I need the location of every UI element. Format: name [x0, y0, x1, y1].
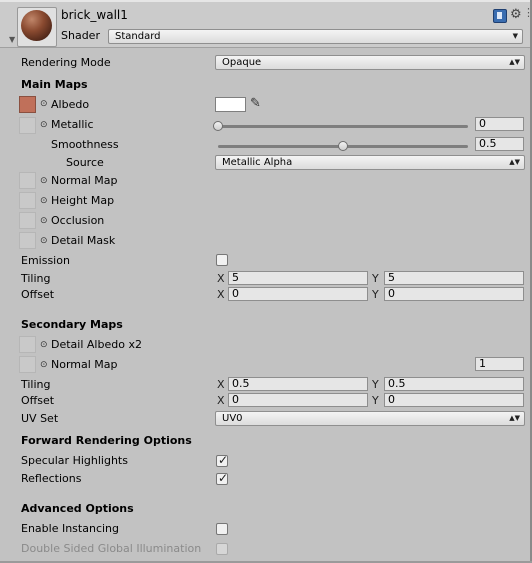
detail-albedo-texture-slot[interactable]	[19, 336, 36, 353]
height-map-picker-icon[interactable]: ⊙	[40, 196, 48, 206]
main-offset-label: Offset	[21, 288, 55, 301]
dropdown-arrow-icon: ▼	[512, 32, 518, 40]
main-tiling-y-label: Y	[372, 272, 379, 285]
normal-map-picker-icon[interactable]: ⊙	[40, 176, 48, 186]
albedo-label: Albedo	[51, 98, 90, 111]
rendering-mode-label: Rendering Mode	[21, 56, 111, 69]
main-tiling-x-field[interactable]: 5	[228, 271, 368, 285]
detail-mask-texture-slot[interactable]	[19, 232, 36, 249]
main-offset-x-field[interactable]: 0	[228, 287, 368, 301]
main-tiling-label: Tiling	[21, 272, 51, 285]
gear-icon[interactable]: ⚙	[510, 7, 522, 22]
main-offset-y-label: Y	[372, 288, 379, 301]
uv-set-value: UV0	[222, 413, 243, 424]
source-value: Metallic Alpha	[222, 157, 293, 168]
albedo-color-swatch[interactable]	[215, 97, 246, 112]
normal-map-texture-slot[interactable]	[19, 172, 36, 189]
emission-checkbox[interactable]	[216, 254, 228, 266]
double-sided-gi-checkbox	[216, 543, 228, 555]
height-map-label: Height Map	[51, 194, 115, 207]
secondary-normal-map-picker-icon[interactable]: ⊙	[40, 360, 48, 370]
shader-value: Standard	[115, 31, 161, 42]
secondary-offset-x-label: X	[217, 394, 225, 407]
occlusion-picker-icon[interactable]: ⊙	[40, 216, 48, 226]
detail-albedo-label: Detail Albedo x2	[51, 338, 142, 351]
source-dropdown[interactable]: Metallic Alpha ▲▼	[215, 155, 525, 170]
secondary-tiling-x-field[interactable]: 0.5	[228, 377, 368, 391]
smoothness-slider-thumb[interactable]	[338, 141, 348, 151]
secondary-offset-x-field[interactable]: 0	[228, 393, 368, 407]
detail-albedo-picker-icon[interactable]: ⊙	[40, 340, 48, 350]
secondary-normal-map-texture-slot[interactable]	[19, 356, 36, 373]
specular-highlights-checkbox[interactable]	[216, 453, 228, 467]
albedo-picker-icon[interactable]: ⊙	[40, 99, 48, 109]
dropdown-arrow-icon: ▲▼	[509, 414, 520, 422]
dropdown-arrow-icon: ▲▼	[509, 158, 520, 166]
uv-set-label: UV Set	[21, 412, 59, 425]
forward-rendering-heading: Forward Rendering Options	[21, 434, 192, 447]
main-tiling-y-field[interactable]: 5	[384, 271, 524, 285]
secondary-normal-map-label: Normal Map	[51, 358, 118, 371]
metallic-slider-track[interactable]	[218, 125, 468, 128]
specular-highlights-label: Specular Highlights	[21, 454, 128, 467]
metallic-picker-icon[interactable]: ⊙	[40, 120, 48, 130]
double-sided-gi-label: Double Sided Global Illumination	[21, 542, 202, 555]
occlusion-label: Occlusion	[51, 214, 105, 227]
reflections-checkbox[interactable]	[216, 471, 228, 485]
secondary-maps-heading: Secondary Maps	[21, 318, 123, 331]
help-book-icon[interactable]	[493, 9, 507, 23]
enable-instancing-checkbox[interactable]	[216, 523, 228, 535]
secondary-tiling-y-field[interactable]: 0.5	[384, 377, 524, 391]
metallic-texture-slot[interactable]	[19, 117, 36, 134]
height-map-texture-slot[interactable]	[19, 192, 36, 209]
shader-dropdown[interactable]: Standard ▼	[108, 29, 523, 44]
secondary-normal-map-scale-field[interactable]: 1	[475, 357, 524, 371]
eyedropper-icon[interactable]: ✎	[250, 96, 261, 111]
shader-label: Shader	[61, 29, 100, 42]
smoothness-label: Smoothness	[51, 138, 119, 151]
emission-label: Emission	[21, 254, 70, 267]
advanced-options-heading: Advanced Options	[21, 502, 134, 515]
reflections-label: Reflections	[21, 472, 82, 485]
metallic-slider-thumb[interactable]	[213, 121, 223, 131]
secondary-tiling-y-label: Y	[372, 378, 379, 391]
occlusion-texture-slot[interactable]	[19, 212, 36, 229]
dropdown-arrow-icon: ▲▼	[509, 58, 520, 66]
rendering-mode-dropdown[interactable]: Opaque ▲▼	[215, 55, 525, 70]
secondary-tiling-x-label: X	[217, 378, 225, 391]
main-offset-y-field[interactable]: 0	[384, 287, 524, 301]
normal-map-label: Normal Map	[51, 174, 118, 187]
secondary-offset-label: Offset	[21, 394, 55, 407]
main-offset-x-label: X	[217, 288, 225, 301]
secondary-offset-y-label: Y	[372, 394, 379, 407]
rendering-mode-value: Opaque	[222, 57, 262, 68]
secondary-offset-y-field[interactable]: 0	[384, 393, 524, 407]
source-label: Source	[66, 156, 104, 169]
smoothness-value-field[interactable]: 0.5	[475, 137, 524, 151]
uv-set-dropdown[interactable]: UV0 ▲▼	[215, 411, 525, 426]
metallic-value-field[interactable]: 0	[475, 117, 524, 131]
detail-mask-picker-icon[interactable]: ⊙	[40, 236, 48, 246]
metallic-label: Metallic	[51, 118, 94, 131]
main-tiling-x-label: X	[217, 272, 225, 285]
enable-instancing-label: Enable Instancing	[21, 522, 119, 535]
detail-mask-label: Detail Mask	[51, 234, 116, 247]
header-top-line	[0, 0, 532, 2]
foldout-arrow-icon[interactable]: ▼	[9, 35, 15, 44]
material-name: brick_wall1	[61, 8, 128, 22]
secondary-tiling-label: Tiling	[21, 378, 51, 391]
albedo-texture-slot[interactable]	[19, 96, 36, 113]
main-maps-heading: Main Maps	[21, 78, 88, 91]
material-preview-sphere-icon	[21, 10, 52, 41]
